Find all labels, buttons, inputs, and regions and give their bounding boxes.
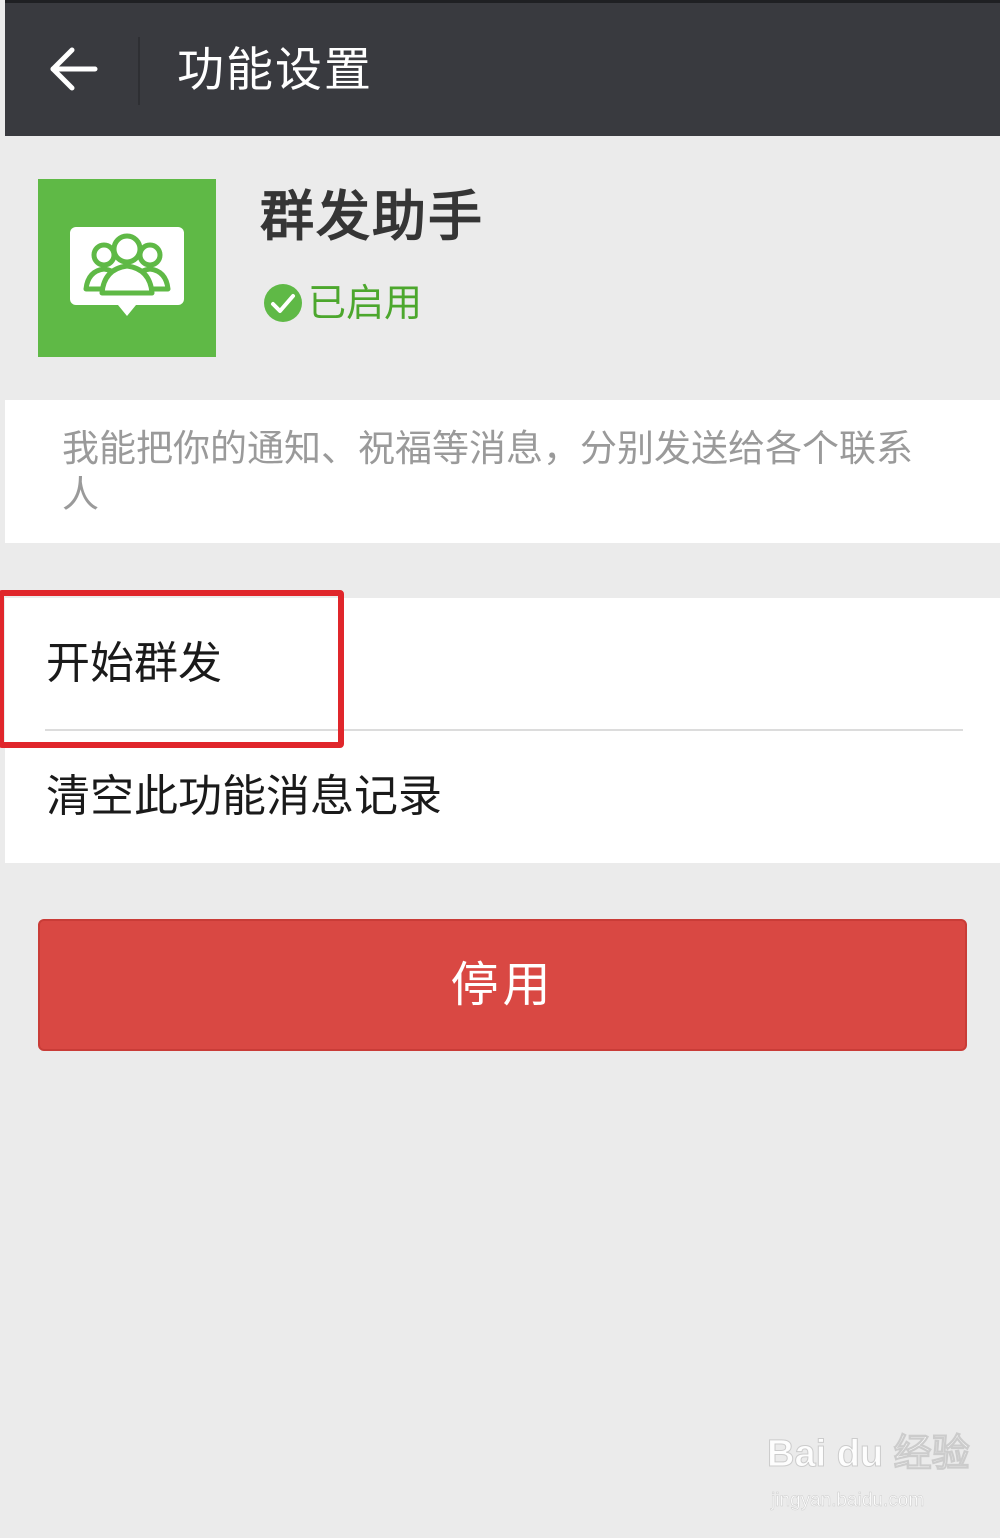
function-settings-screen: 功能设置 群发助手 已启用 我能把你的通知、祝福等消息，分别发送给各个联系人 开… <box>5 0 1000 1538</box>
group-chat-icon <box>70 227 184 316</box>
description-section: 我能把你的通知、祝福等消息，分别发送给各个联系人 <box>5 400 1000 543</box>
start-broadcast-item[interactable]: 开始群发 <box>5 598 1000 731</box>
top-app-bar: 功能设置 <box>5 0 1000 136</box>
clear-history-item[interactable]: 清空此功能消息记录 <box>5 731 1000 863</box>
watermark-url: jingyan.baidu.com <box>771 1490 925 1512</box>
status-label: 已启用 <box>308 281 423 325</box>
plugin-icon <box>38 179 216 357</box>
disable-button[interactable]: 停用 <box>38 919 967 1051</box>
back-button[interactable] <box>45 39 105 99</box>
menu-item-label: 开始群发 <box>46 638 222 689</box>
page-title: 功能设置 <box>177 43 373 98</box>
status-badge: 已启用 <box>262 279 422 327</box>
check-circle-icon <box>264 284 302 322</box>
menu-item-label: 清空此功能消息记录 <box>46 771 442 822</box>
action-list: 开始群发 清空此功能消息记录 <box>5 598 1000 863</box>
plugin-description: 我能把你的通知、祝福等消息，分别发送给各个联系人 <box>62 427 913 516</box>
arrow-left-icon <box>50 47 98 91</box>
appbar-divider <box>138 37 140 105</box>
watermark-brand: Bai du 经验 <box>767 1433 971 1476</box>
plugin-name: 群发助手 <box>260 185 484 248</box>
disable-button-label: 停用 <box>450 957 555 1013</box>
baidu-jingyan-watermark: Bai du 经验 jingyan.baidu.com <box>767 1432 971 1518</box>
plugin-header: 群发助手 已启用 <box>5 136 1000 400</box>
